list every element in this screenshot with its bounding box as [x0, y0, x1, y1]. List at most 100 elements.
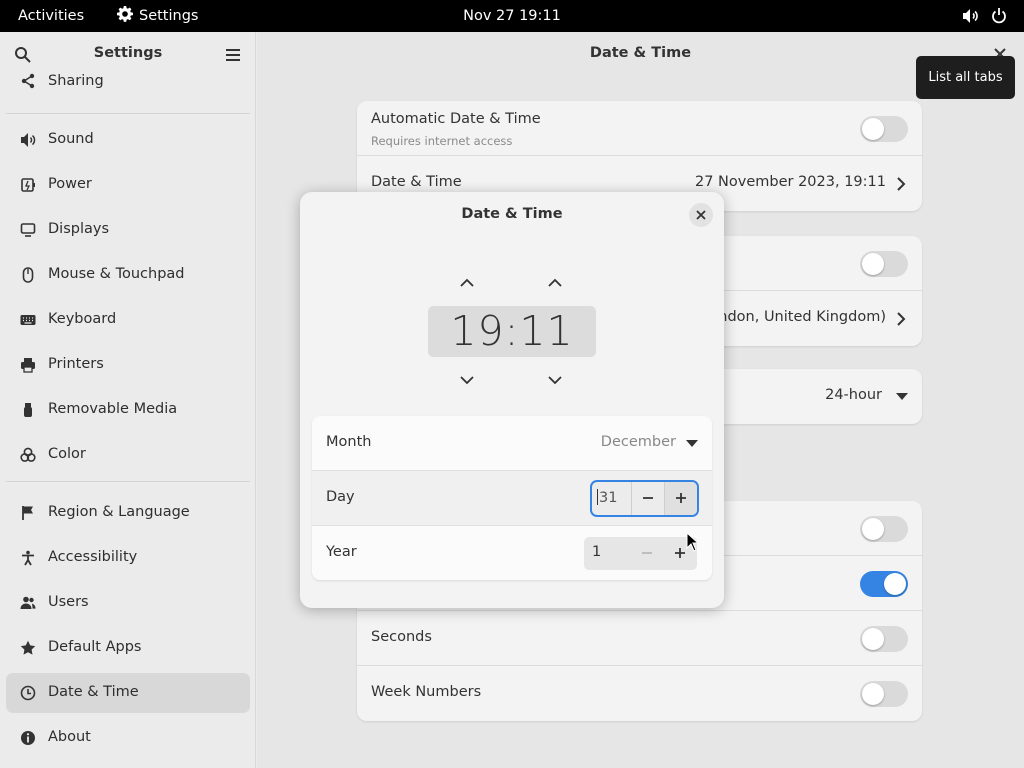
accessibility-icon	[22, 550, 34, 566]
sidebar-item-label: Accessibility	[48, 549, 138, 565]
month-row[interactable]: Month December	[312, 416, 712, 471]
time-format-value: 24-hour	[825, 387, 882, 403]
sidebar-item-mouse-touchpad[interactable]: Mouse & Touchpad	[6, 255, 250, 295]
minus-icon	[642, 552, 652, 554]
seconds-label: Seconds	[371, 629, 432, 645]
minute-increment-arrow[interactable]	[546, 277, 564, 289]
plus-icon	[676, 493, 686, 503]
sidebar-item-date-time[interactable]: Date & Time	[6, 673, 250, 713]
week-numbers-toggle[interactable]	[860, 681, 908, 707]
minute-decrement-arrow[interactable]	[546, 374, 564, 386]
sidebar-item-region-language[interactable]: Region & Language	[6, 493, 250, 533]
display-icon	[20, 223, 36, 237]
seconds-row[interactable]: Seconds	[357, 611, 922, 666]
seconds-toggle[interactable]	[860, 626, 908, 652]
sidebar: Settings Sharing Sound Power Displays Mo…	[0, 32, 256, 768]
color-icon	[20, 447, 36, 462]
sidebar-item-users[interactable]: Users	[6, 583, 250, 623]
sidebar-title: Settings	[93, 45, 163, 61]
page-title: Date & Time	[589, 45, 692, 61]
hour-decrement-arrow[interactable]	[458, 374, 476, 386]
dropdown-arrow-icon	[896, 393, 908, 400]
year-decrement-button[interactable]	[631, 537, 664, 570]
sidebar-item-power[interactable]: Power	[6, 165, 250, 205]
sidebar-divider	[6, 113, 250, 114]
printer-icon	[21, 358, 35, 373]
sidebar-item-label: Sharing	[48, 73, 104, 89]
clock-button[interactable]: Nov 27 19:11	[463, 8, 561, 24]
date-toggle[interactable]	[860, 571, 908, 597]
sidebar-item-label: Sound	[48, 131, 94, 147]
app-menu-button[interactable]: Settings	[117, 0, 198, 32]
automatic-datetime-toggle[interactable]	[860, 116, 908, 142]
star-icon	[20, 640, 36, 655]
text-caret	[597, 489, 598, 505]
toggle-knob	[862, 253, 884, 275]
mouse-icon	[22, 267, 34, 283]
year-row: Year 1	[312, 526, 712, 580]
toggle-knob	[862, 518, 884, 540]
sidebar-item-sound[interactable]: Sound	[6, 120, 250, 160]
sidebar-item-label: Mouse & Touchpad	[48, 266, 185, 282]
sidebar-item-label: Date & Time	[48, 684, 139, 700]
sidebar-item-accessibility[interactable]: Accessibility	[6, 538, 250, 578]
hour-increment-arrow[interactable]	[458, 277, 476, 289]
month-value: December	[600, 434, 676, 450]
sidebar-item-label: Displays	[48, 221, 110, 237]
automatic-datetime-row[interactable]: Automatic Date & Time Requires internet …	[357, 101, 922, 156]
year-spinbutton[interactable]: 1	[584, 537, 697, 570]
dropdown-arrow-icon	[686, 440, 698, 447]
chevron-right-icon	[897, 177, 906, 191]
sidebar-divider	[6, 481, 250, 482]
datetime-label: Date & Time	[371, 174, 462, 190]
gear-icon	[117, 6, 133, 22]
chevron-right-icon	[897, 312, 906, 326]
automatic-datetime-sublabel: Requires internet access	[371, 134, 513, 148]
sidebar-item-printers[interactable]: Printers	[6, 345, 250, 385]
minus-icon	[643, 497, 653, 499]
flag-icon	[22, 506, 33, 520]
battery-icon	[21, 178, 35, 192]
usb-icon	[24, 403, 32, 417]
speaker-icon	[21, 133, 36, 147]
timezone-value: London, United Kingdom)	[701, 309, 886, 325]
keyboard-icon	[20, 315, 36, 325]
datetime-value: 27 November 2023, 19:11	[694, 174, 886, 190]
power-icon[interactable]	[991, 0, 1007, 32]
day-increment-button[interactable]	[664, 482, 697, 515]
week-numbers-row[interactable]: Week Numbers	[357, 666, 922, 721]
sidebar-item-about[interactable]: About	[6, 718, 250, 758]
dialog-close-button[interactable]	[689, 203, 713, 227]
volume-icon[interactable]	[962, 0, 980, 32]
day-spinbutton[interactable]: 31	[592, 482, 697, 515]
year-input[interactable]: 1	[592, 544, 601, 560]
sidebar-item-removable-media[interactable]: Removable Media	[6, 390, 250, 430]
datetime-dialog: Date & Time 19:11 Month December Day 31	[300, 192, 724, 608]
automatic-datetime-label: Automatic Date & Time	[371, 111, 541, 127]
activities-button[interactable]: Activities	[18, 0, 84, 32]
day-label: Day	[326, 489, 355, 505]
sidebar-item-sharing[interactable]: Sharing	[6, 63, 250, 103]
sidebar-item-default-apps[interactable]: Default Apps	[6, 628, 250, 668]
sidebar-item-label: About	[48, 729, 91, 745]
share-icon	[21, 73, 35, 89]
sidebar-item-displays[interactable]: Displays	[6, 210, 250, 250]
close-icon	[696, 210, 706, 220]
day-input[interactable]: 31	[597, 489, 617, 506]
search-icon[interactable]	[14, 46, 32, 64]
toggle-knob	[862, 683, 884, 705]
automatic-timezone-toggle[interactable]	[860, 251, 908, 277]
hamburger-menu-icon[interactable]	[225, 48, 241, 62]
year-label: Year	[326, 544, 357, 560]
time-display[interactable]: 19:11	[428, 306, 596, 357]
sidebar-item-keyboard[interactable]: Keyboard	[6, 300, 250, 340]
weekday-toggle[interactable]	[860, 516, 908, 542]
clock-icon	[20, 685, 36, 701]
sidebar-item-color[interactable]: Color	[6, 435, 250, 475]
day-decrement-button[interactable]	[631, 482, 664, 515]
sidebar-item-label: Power	[48, 176, 92, 192]
dialog-title: Date & Time	[461, 206, 563, 222]
month-label: Month	[326, 434, 372, 450]
plus-icon	[675, 548, 685, 558]
mouse-pointer-icon	[686, 532, 698, 552]
